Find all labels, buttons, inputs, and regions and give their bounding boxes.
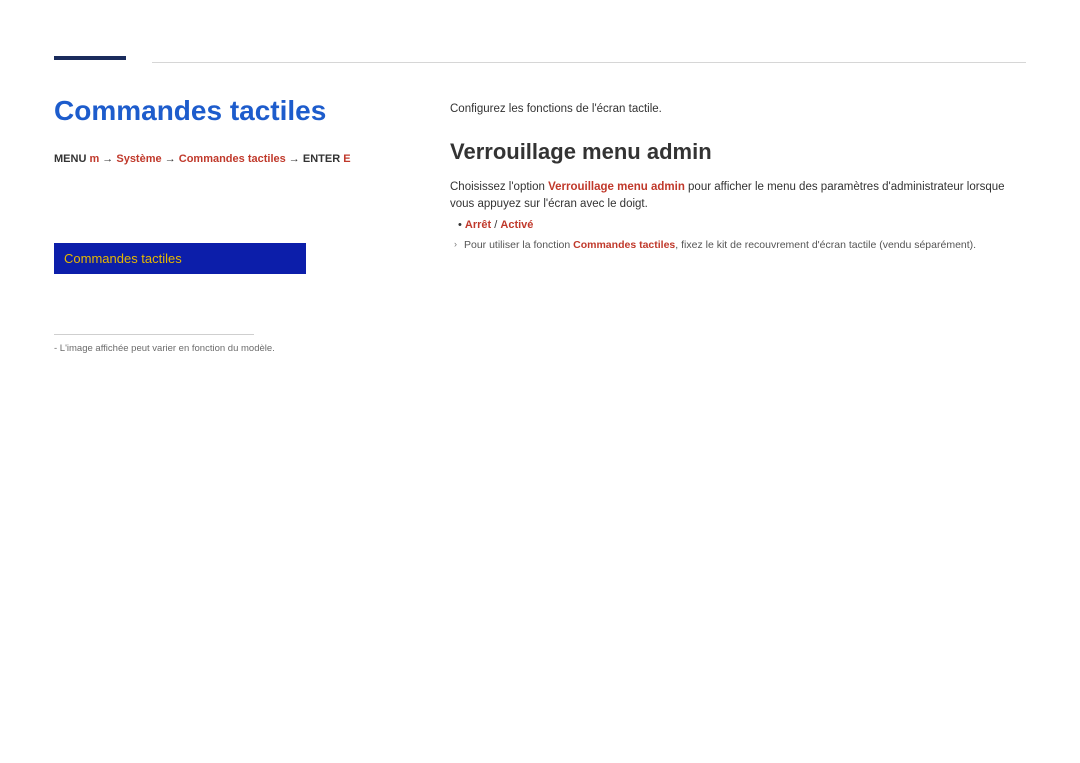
- breadcrumb-commandes: Commandes tactiles: [179, 153, 286, 165]
- note-accent-commandes: Commandes tactiles: [573, 239, 675, 251]
- menu-item-commandes-tactiles: Commandes tactiles: [54, 243, 306, 274]
- right-column: Configurez les fonctions de l'écran tact…: [450, 103, 1022, 251]
- section-title: Verrouillage menu admin: [450, 139, 1022, 165]
- page-title: Commandes tactiles: [54, 95, 384, 127]
- option-sep: /: [491, 219, 500, 231]
- note-a: Pour utiliser la fonction: [464, 239, 573, 251]
- breadcrumb-icon-m: m: [89, 153, 99, 165]
- breadcrumb-sep: →: [165, 153, 179, 165]
- header-accent-bar: [54, 56, 126, 60]
- breadcrumb-sep: →: [289, 153, 303, 165]
- option-active: Activé: [500, 219, 533, 231]
- option-values: • Arrêt / Activé: [450, 220, 1022, 231]
- breadcrumb-sep: →: [102, 153, 116, 165]
- breadcrumb-enter-icon: E: [343, 153, 350, 165]
- breadcrumb-systeme: Système: [116, 153, 161, 165]
- bullet-icon: •: [458, 219, 462, 231]
- note-b: , fixez le kit de recouvrement d'écran t…: [675, 239, 976, 251]
- breadcrumb-prefix: MENU: [54, 153, 86, 165]
- header-rule: [152, 62, 1026, 63]
- footnote-text: - L'image affichée peut varier en foncti…: [54, 343, 384, 354]
- footnote-divider: [54, 334, 254, 335]
- intro-text: Configurez les fonctions de l'écran tact…: [450, 103, 1022, 115]
- breadcrumb: MENU m → Système → Commandes tactiles → …: [54, 153, 384, 165]
- ui-screenshot-preview: Commandes tactiles: [54, 243, 306, 274]
- body-text-a: Choisissez l'option: [450, 181, 548, 193]
- breadcrumb-enter: ENTER: [303, 153, 340, 165]
- note-line: Pour utiliser la fonction Commandes tact…: [450, 239, 1022, 251]
- body-accent-verrouillage: Verrouillage menu admin: [548, 181, 685, 193]
- body-paragraph: Choisissez l'option Verrouillage menu ad…: [450, 179, 1022, 212]
- option-arret: Arrêt: [465, 219, 491, 231]
- left-column: Commandes tactiles MENU m → Système → Co…: [54, 95, 384, 354]
